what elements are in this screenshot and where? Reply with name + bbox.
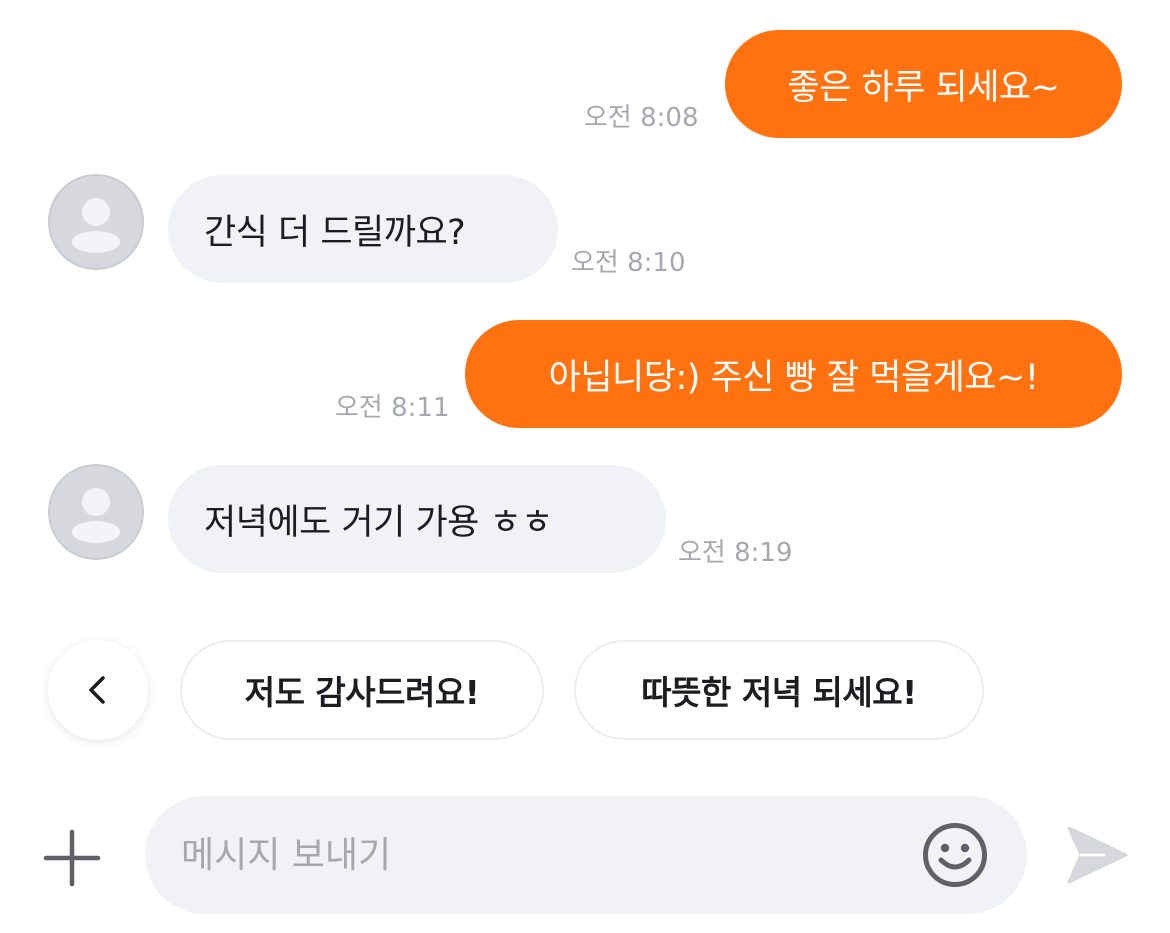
chevron-left-icon — [89, 676, 105, 704]
attach-button[interactable] — [40, 826, 104, 890]
avatar[interactable] — [48, 174, 144, 270]
message-bubble-incoming[interactable]: 저녁에도 거기 가용 ㅎㅎ — [168, 465, 666, 573]
message-timestamp: 오전 8:08 — [584, 103, 699, 133]
default-user-icon — [72, 488, 120, 543]
message-timestamp: 오전 8:10 — [571, 248, 686, 278]
smiley-icon — [923, 823, 987, 887]
quick-reply-chip[interactable]: 따뜻한 저녁 되세요! — [574, 640, 984, 740]
message-bubble-incoming[interactable]: 간식 더 드릴까요? — [168, 175, 558, 283]
message-composer — [145, 796, 1027, 914]
paper-plane-icon — [1067, 826, 1128, 884]
message-input[interactable] — [181, 796, 921, 914]
emoji-button[interactable] — [919, 819, 991, 891]
quick-reply-chip[interactable]: 저도 감사드려요! — [180, 640, 544, 740]
default-user-icon — [72, 198, 120, 253]
message-timestamp: 오전 8:11 — [335, 393, 450, 423]
plus-icon — [43, 829, 101, 887]
message-bubble-outgoing[interactable]: 좋은 하루 되세요~ — [725, 30, 1122, 138]
message-bubble-outgoing[interactable]: 아닙니당:) 주신 빵 잘 먹을게요~! — [465, 320, 1122, 428]
message-timestamp: 오전 8:19 — [678, 538, 793, 568]
send-button[interactable] — [1064, 822, 1130, 888]
quick-reply-back-button[interactable] — [48, 640, 148, 740]
avatar[interactable] — [48, 464, 144, 560]
